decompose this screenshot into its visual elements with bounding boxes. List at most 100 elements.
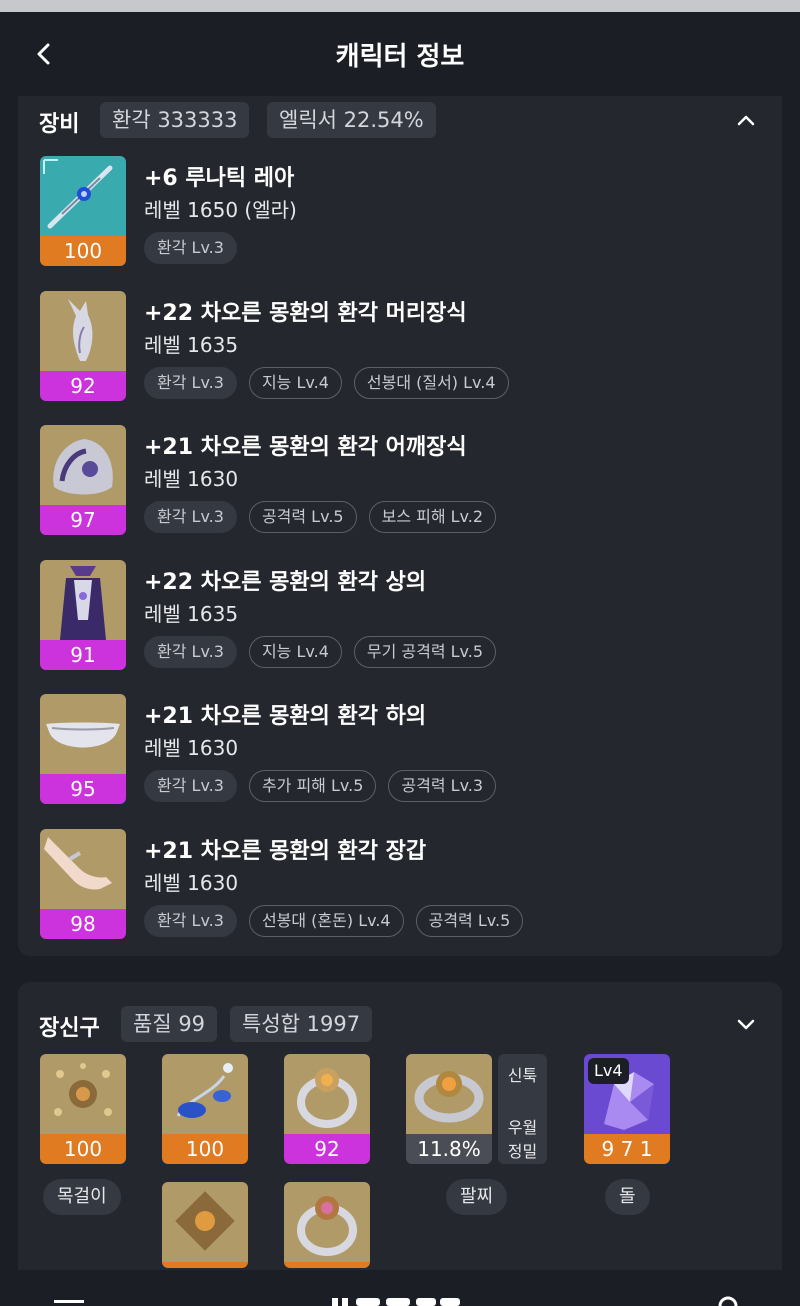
- item-thumbnail: 97: [40, 425, 126, 535]
- tag: 공격력 Lv.3: [388, 770, 497, 802]
- earring-icon: [162, 1182, 248, 1262]
- quality-value: 97: [40, 505, 126, 535]
- bracelet-icon: [406, 1054, 492, 1134]
- tag: 공격력 Lv.5: [248, 501, 357, 533]
- tag: 환각 Lv.3: [144, 770, 237, 802]
- elixir-pill: 엘릭서 22.54%: [267, 102, 436, 138]
- quality-value: 92: [40, 371, 126, 401]
- tag: 선봉대 (질서) Lv.4: [353, 367, 509, 399]
- accessory-value: 11.8%: [406, 1134, 492, 1164]
- search-icon[interactable]: [716, 1294, 742, 1306]
- hallucination-pill: 환각 333333: [100, 102, 250, 138]
- chevron-up-icon[interactable]: [734, 108, 758, 132]
- item-level: 레벨 1635: [144, 333, 239, 357]
- item-thumbnail: 98: [40, 829, 126, 939]
- bottom-navigation: [0, 1270, 800, 1306]
- stone-label: 돌: [605, 1179, 650, 1215]
- page-title: 캐릭터 정보: [335, 42, 465, 72]
- bracelet-effect: 우월: [507, 1118, 538, 1137]
- tag: 공격력 Lv.5: [415, 905, 524, 937]
- accessory-necklace[interactable]: 100: [40, 1054, 126, 1164]
- quality-value: 91: [40, 640, 126, 670]
- tag: 보스 피해 Lv.2: [368, 501, 497, 533]
- pants-icon: [40, 694, 126, 774]
- equipment-item[interactable]: 92 +22 차오른 몽환의 환각 머리장식 레벨 1635 환각 Lv.3 지…: [40, 291, 760, 403]
- equipment-item[interactable]: 100 +6 루나틱 레아 레벨 1650 (엘라) 환각 Lv.3: [40, 156, 760, 268]
- bracelet-effect: 정밀: [507, 1142, 538, 1161]
- accessory-ring[interactable]: 92: [284, 1054, 370, 1164]
- chest-icon: [40, 560, 126, 640]
- tag: 환각 Lv.3: [144, 905, 237, 937]
- menu-icon[interactable]: [54, 1292, 84, 1306]
- tag: 선봉대 (혼돈) Lv.4: [248, 905, 404, 937]
- quality-strip: [284, 1262, 370, 1268]
- bracelet-effects: 신툭 우월 정밀: [498, 1054, 547, 1164]
- tag: 환각 Lv.3: [144, 367, 237, 399]
- headpiece-icon: [40, 291, 126, 371]
- equipment-header[interactable]: 장비 환각 333333 엘릭서 22.54%: [18, 96, 782, 144]
- equipment-item[interactable]: 98 +21 차오른 몽환의 환각 장갑 레벨 1630 환각 Lv.3 선봉대…: [40, 829, 760, 941]
- ring-icon: [284, 1182, 370, 1262]
- accessory-earring[interactable]: 100: [162, 1054, 248, 1164]
- quality-pill: 품질 99: [121, 1006, 218, 1042]
- item-level: 레벨 1630: [144, 736, 239, 760]
- item-tags: 환각 Lv.3 지능 Lv.4 무기 공격력 Lv.5: [144, 636, 497, 668]
- equipment-item[interactable]: 91 +22 차오른 몽환의 환각 상의 레벨 1635 환각 Lv.3 지능 …: [40, 560, 760, 672]
- quality-value: 100: [40, 236, 126, 266]
- item-level: 레벨 1650 (엘라): [144, 198, 297, 222]
- equipment-title: 장비: [39, 112, 80, 137]
- glove-icon: [40, 829, 126, 909]
- tag: 무기 공격력 Lv.5: [353, 636, 497, 668]
- item-name: +6 루나틱 레아: [144, 166, 295, 191]
- bracelet-effect: 신툭: [507, 1066, 538, 1085]
- accessory-value: 9 7 1: [584, 1134, 670, 1164]
- item-tags: 환각 Lv.3 지능 Lv.4 선봉대 (질서) Lv.4: [144, 367, 509, 399]
- accessory-header[interactable]: 장신구 품질 99 특성합 1997: [18, 1000, 782, 1048]
- accessory-bracelet[interactable]: 11.8%: [406, 1054, 492, 1164]
- item-tags: 환각 Lv.3 공격력 Lv.5 보스 피해 Lv.2: [144, 501, 497, 533]
- trait-sum-pill: 특성합 1997: [230, 1006, 373, 1042]
- item-level: 레벨 1630: [144, 467, 239, 491]
- tag: 지능 Lv.4: [248, 367, 342, 399]
- app-header: 캐릭터 정보: [0, 12, 800, 96]
- item-name: +21 차오른 몽환의 환각 장갑: [144, 839, 427, 864]
- item-name: +21 차오른 몽환의 환각 하의: [144, 704, 427, 729]
- bracelet-label: 팔찌: [446, 1179, 508, 1215]
- item-thumbnail: 100: [40, 156, 126, 266]
- necklace-label: 목걸이: [43, 1179, 121, 1215]
- accessory-earring-2[interactable]: [162, 1182, 248, 1268]
- accessory-stone[interactable]: Lv4 9 7 1: [584, 1054, 670, 1164]
- accessory-value: 100: [162, 1134, 248, 1164]
- staff-icon: [40, 156, 126, 236]
- accessory-section: 장신구 품질 99 특성합 1997 100 100 92 11.8% 신툭 우…: [18, 982, 782, 1282]
- stone-level-badge: Lv4: [588, 1058, 629, 1084]
- item-level: 레벨 1635: [144, 602, 239, 626]
- quality-strip: [162, 1262, 248, 1268]
- accessory-title: 장신구: [39, 1016, 100, 1041]
- quality-value: 98: [40, 909, 126, 939]
- accessory-ring-2[interactable]: [284, 1182, 370, 1268]
- item-name: +22 차오른 몽환의 환각 상의: [144, 570, 427, 595]
- shoulder-icon: [40, 425, 126, 505]
- status-strip: [0, 0, 800, 12]
- accessory-value: 92: [284, 1134, 370, 1164]
- accessory-value: 100: [40, 1134, 126, 1164]
- equipment-section: 장비 환각 333333 엘릭서 22.54% 100 +6 루나틱 레아 레벨…: [18, 96, 782, 956]
- item-thumbnail: 92: [40, 291, 126, 401]
- chevron-down-icon[interactable]: [734, 1012, 758, 1036]
- equipment-item[interactable]: 97 +21 차오른 몽환의 환각 어깨장식 레벨 1630 환각 Lv.3 공…: [40, 425, 760, 537]
- tag: 추가 피해 Lv.5: [248, 770, 377, 802]
- tag: 환각 Lv.3: [144, 636, 237, 668]
- item-tags: 환각 Lv.3 선봉대 (혼돈) Lv.4 공격력 Lv.5: [144, 905, 524, 937]
- necklace-icon: [40, 1054, 126, 1134]
- tag: 환각 Lv.3: [144, 501, 237, 533]
- equipment-item[interactable]: 95 +21 차오른 몽환의 환각 하의 레벨 1630 환각 Lv.3 추가 …: [40, 694, 760, 806]
- item-level: 레벨 1630: [144, 871, 239, 895]
- tag: 환각 Lv.3: [144, 232, 237, 264]
- quality-value: 95: [40, 774, 126, 804]
- item-tags: 환각 Lv.3: [144, 232, 237, 264]
- item-name: +21 차오른 몽환의 환각 어깨장식: [144, 435, 467, 460]
- item-tags: 환각 Lv.3 추가 피해 Lv.5 공격력 Lv.3: [144, 770, 497, 802]
- item-thumbnail: 91: [40, 560, 126, 670]
- ring-icon: [284, 1054, 370, 1134]
